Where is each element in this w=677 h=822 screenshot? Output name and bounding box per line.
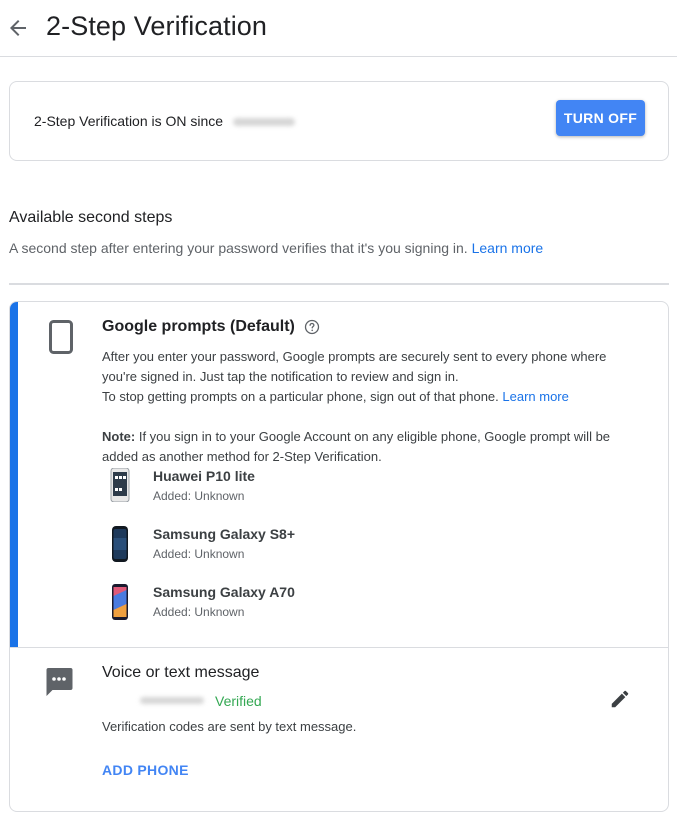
device-added: Added: Unknown bbox=[153, 605, 245, 619]
redacted-date bbox=[233, 118, 296, 127]
arrow-back-icon[interactable] bbox=[6, 16, 30, 40]
samsung-a70-thumbnail bbox=[112, 584, 128, 620]
google-prompts-title: Google prompts (Default) bbox=[102, 318, 320, 336]
prompts-learn-more-link[interactable]: Learn more bbox=[502, 389, 568, 404]
device-item: Samsung Galaxy A70 Added: Unknown bbox=[110, 584, 510, 628]
pencil-icon[interactable] bbox=[609, 688, 631, 710]
device-name: Samsung Galaxy A70 bbox=[153, 584, 295, 600]
samsung-s8-thumbnail bbox=[112, 526, 128, 562]
default-indicator-bar bbox=[10, 302, 18, 648]
section-description: A second step after entering your passwo… bbox=[9, 240, 543, 256]
note-label: Note: bbox=[102, 429, 136, 444]
section-divider bbox=[9, 283, 669, 285]
device-name: Huawei P10 lite bbox=[153, 468, 255, 484]
google-prompts-label: Google prompts (Default) bbox=[102, 318, 295, 335]
prompts-desc-line2: To stop getting prompts on a particular … bbox=[102, 389, 499, 404]
sms-icon bbox=[46, 668, 73, 696]
help-circle-icon[interactable] bbox=[304, 319, 320, 335]
voice-sms-title: Voice or text message bbox=[102, 664, 260, 681]
learn-more-link[interactable]: Learn more bbox=[472, 240, 544, 256]
device-item: Huawei P10 lite Added: Unknown bbox=[110, 468, 510, 512]
redacted-phone-number bbox=[140, 697, 204, 704]
device-added: Added: Unknown bbox=[153, 489, 245, 503]
verified-status: Verified bbox=[215, 693, 262, 709]
device-item: Samsung Galaxy S8+ Added: Unknown bbox=[110, 526, 510, 570]
device-name: Samsung Galaxy S8+ bbox=[153, 526, 296, 542]
section-description-text: A second step after entering your passwo… bbox=[9, 240, 468, 256]
status-text: 2-Step Verification is ON since bbox=[34, 113, 224, 129]
status-text-row: 2-Step Verification is ON since bbox=[34, 113, 296, 129]
row-divider bbox=[10, 647, 668, 648]
google-prompts-note: Note: If you sign in to your Google Acco… bbox=[102, 427, 642, 467]
section-title: Available second steps bbox=[9, 209, 173, 226]
add-phone-button[interactable]: ADD PHONE bbox=[102, 762, 189, 778]
page-header: 2-Step Verification bbox=[0, 0, 677, 57]
prompts-desc-line2-row: To stop getting prompts on a particular … bbox=[102, 387, 642, 407]
smartphone-icon bbox=[49, 320, 73, 354]
page-title: 2-Step Verification bbox=[46, 11, 268, 41]
google-prompts-description: After you enter your password, Google pr… bbox=[102, 347, 642, 407]
device-added: Added: Unknown bbox=[153, 547, 245, 561]
voice-sms-description: Verification codes are sent by text mess… bbox=[102, 719, 357, 734]
status-card: 2-Step Verification is ON since TURN OFF bbox=[9, 81, 669, 161]
turn-off-button[interactable]: TURN OFF bbox=[556, 100, 645, 136]
huawei-phone-thumbnail bbox=[110, 468, 130, 502]
prompts-desc-line1: After you enter your password, Google pr… bbox=[102, 349, 607, 384]
note-text: If you sign in to your Google Account on… bbox=[102, 429, 611, 464]
second-steps-card: Google prompts (Default) After you enter… bbox=[9, 301, 669, 812]
